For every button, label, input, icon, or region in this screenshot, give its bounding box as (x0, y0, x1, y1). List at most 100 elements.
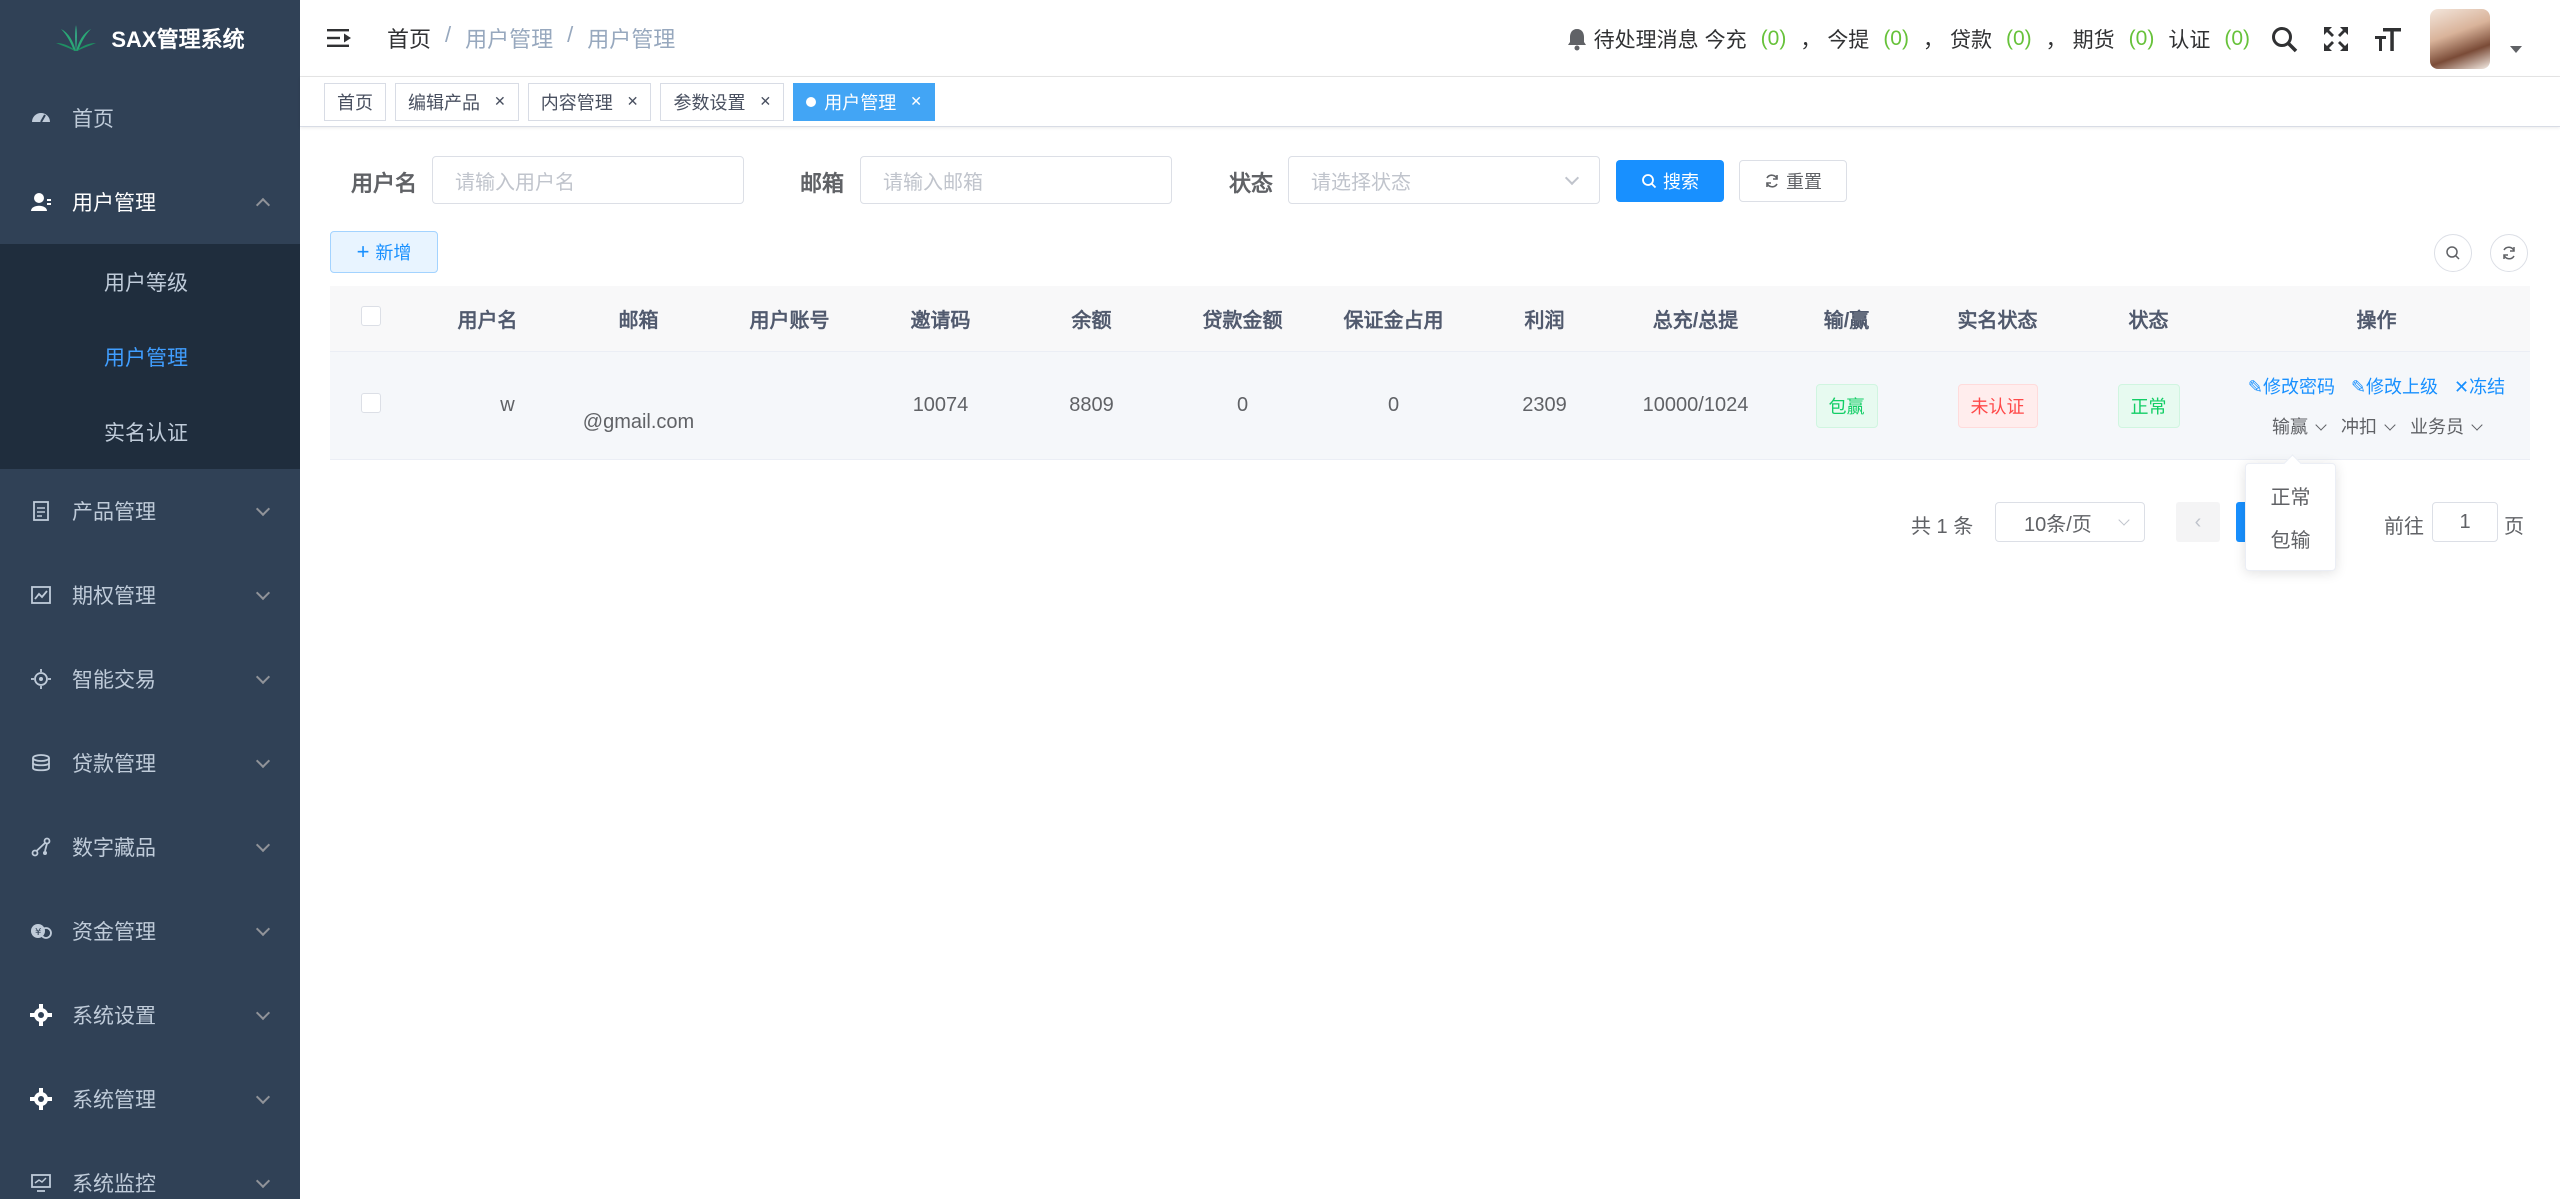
gear-icon (30, 1088, 52, 1110)
tag-edit-product[interactable]: 编辑产品 ✕ (395, 82, 519, 121)
page-size-select[interactable]: 10条/页 (1995, 502, 2145, 542)
search-form: 用户名 请输入用户名 邮箱 请输入邮箱 状态 请选择状态 搜索 重置 (300, 150, 2260, 210)
nodes-icon (30, 836, 52, 858)
chevron-down-icon (2118, 514, 2130, 526)
chevron-down-icon (255, 753, 271, 769)
breadcrumb: 首页 / 用户管理 / 用户管理 (387, 22, 675, 54)
column-header: 用户名 (457, 310, 518, 332)
close-icon[interactable]: ✕ (627, 93, 639, 110)
chevron-down-icon (1564, 170, 1580, 186)
change-password-link[interactable]: ✎修改密码 (2248, 373, 2335, 399)
win-lose-dropdown[interactable]: 输赢 (2272, 413, 2325, 439)
notice-separator: ， (1922, 28, 1944, 52)
dropdown-item-normal[interactable]: 正常 (2271, 481, 2311, 510)
goto-page-input[interactable]: 1 (2432, 502, 2498, 542)
tag-label: 参数设置 (673, 92, 746, 113)
chevron-down-icon (255, 1173, 271, 1189)
refresh-button[interactable] (2490, 234, 2528, 272)
sidebar-item-system-management[interactable]: 系统管理 (0, 1057, 300, 1141)
sidebar-item-fund-management[interactable]: ¥ 资金管理 (0, 889, 300, 973)
sidebar-item-user-list[interactable]: 用户管理 (0, 319, 300, 394)
cell-email: @gmail.com (582, 411, 695, 433)
plus-icon: + (356, 239, 370, 264)
search-button[interactable]: 搜索 (1616, 160, 1724, 202)
tag-home[interactable]: 首页 (324, 82, 386, 121)
app-title: SAX管理系统 (111, 27, 245, 52)
cell-win-lose: 包赢 (1771, 383, 1922, 428)
dashboard-icon (30, 107, 52, 129)
breadcrumb-item[interactable]: 首页 (387, 22, 431, 54)
close-icon[interactable]: ✕ (759, 93, 771, 110)
pending-notices[interactable]: 待处理消息 今充 (0) ， 今提 (0) ， 贷款 (0) ， 期货 (0) 认证 (0) (1566, 0, 2258, 77)
salesman-dropdown[interactable]: 业务员 (2410, 413, 2481, 439)
tag-content-management[interactable]: 内容管理 ✕ (527, 82, 652, 121)
status-select[interactable]: 请选择状态 (1288, 156, 1600, 204)
deduct-dropdown[interactable]: 冲扣 (2341, 413, 2394, 439)
navbar-right (2268, 0, 2522, 77)
add-button[interactable]: + 新增 (330, 231, 438, 273)
sidebar-item-user-level[interactable]: 用户等级 (0, 244, 300, 319)
sidebar-item-label: 数字藏品 (72, 837, 156, 860)
cell-profit: 2309 (1522, 394, 1567, 416)
freeze-label: 冻结 (2469, 376, 2506, 397)
notice-separator: ， (2045, 28, 2067, 52)
caret-down-icon[interactable] (2510, 46, 2522, 53)
tag-param-settings[interactable]: 参数设置 ✕ (660, 82, 785, 121)
fullscreen-icon[interactable] (2320, 23, 2352, 55)
chevron-down-icon (255, 1005, 271, 1021)
logo[interactable]: SAX管理系统 (0, 0, 300, 76)
avatar[interactable] (2430, 8, 2490, 69)
reset-button[interactable]: 重置 (1739, 160, 1847, 202)
sidebar-item-system-monitor[interactable]: 系统监控 (0, 1141, 300, 1199)
refresh-icon (2503, 246, 2515, 260)
sidebar-item-realname-auth[interactable]: 实名认证 (0, 394, 300, 469)
column-header: 实名状态 (1957, 310, 2038, 332)
search-icon (1642, 174, 1657, 189)
row-checkbox[interactable] (361, 392, 381, 413)
operation-links: ✎修改密码 ✎修改上级 ✕冻结 (2224, 373, 2529, 399)
email-input[interactable]: 请输入邮箱 (860, 156, 1172, 204)
sidebar-item-loan-management[interactable]: 贷款管理 (0, 721, 300, 805)
dropdown-item-lose[interactable]: 包输 (2271, 524, 2311, 553)
close-icon[interactable]: ✕ (910, 93, 922, 110)
prev-page-button[interactable]: ‹ (2176, 502, 2220, 542)
toggle-search-button[interactable] (2434, 234, 2472, 272)
sidebar-item-option-management[interactable]: 期权管理 (0, 553, 300, 637)
change-superior-link[interactable]: ✎修改上级 (2351, 373, 2438, 399)
chevron-down-icon (255, 1089, 271, 1105)
tag-label: 首页 (337, 92, 373, 113)
tag-user-management[interactable]: 用户管理 ✕ (793, 82, 935, 121)
breadcrumb-separator: / (567, 22, 574, 47)
select-all-checkbox[interactable] (361, 305, 381, 326)
column-header: 利润 (1524, 310, 1565, 332)
search-icon (2446, 246, 2460, 260)
hamburger-icon[interactable] (327, 28, 351, 48)
close-icon[interactable]: ✕ (494, 93, 506, 110)
monitor-icon (30, 1172, 52, 1194)
sidebar-item-home[interactable]: 首页 (0, 76, 300, 160)
notice-count: (0) (1883, 26, 1909, 50)
logo-icon (56, 25, 97, 51)
row-checkbox-cell (330, 392, 412, 419)
sidebar-item-user-management[interactable]: 用户管理 (0, 160, 300, 244)
search-icon[interactable] (2268, 23, 2300, 55)
freeze-link[interactable]: ✕冻结 (2454, 373, 2505, 399)
sidebar: SAX管理系统 首页 用户管理 用户等级 用户管理 实名认证 产品管理 期权管理 (0, 0, 300, 1199)
svg-text:¥: ¥ (35, 927, 41, 938)
cell-recharge-withdraw: 10000/1024 (1642, 394, 1749, 416)
cell-invite-code: 10074 (912, 394, 969, 416)
sidebar-item-smart-trading[interactable]: 智能交易 (0, 637, 300, 721)
table-row[interactable]: w @gmail.com 10074 8809 0 0 2309 10000/1… (330, 352, 2530, 460)
sidebar-item-label: 首页 (72, 108, 114, 131)
username-input[interactable]: 请输入用户名 (432, 156, 744, 204)
cell-loan: 0 (1236, 394, 1249, 416)
sidebar-item-digital-collectibles[interactable]: 数字藏品 (0, 805, 300, 889)
notice-count: (0) (1760, 26, 1787, 50)
column-header: 用户账号 (749, 310, 830, 332)
win-lose-dropdown-menu: 正常 包输 (2245, 463, 2336, 571)
edit-icon: ✎ (2247, 376, 2263, 397)
sidebar-item-system-settings[interactable]: 系统设置 (0, 973, 300, 1057)
font-size-icon[interactable] (2372, 23, 2404, 55)
notice-label: 今提 (1827, 28, 1870, 52)
realname-status-badge: 未认证 (1957, 383, 2038, 428)
